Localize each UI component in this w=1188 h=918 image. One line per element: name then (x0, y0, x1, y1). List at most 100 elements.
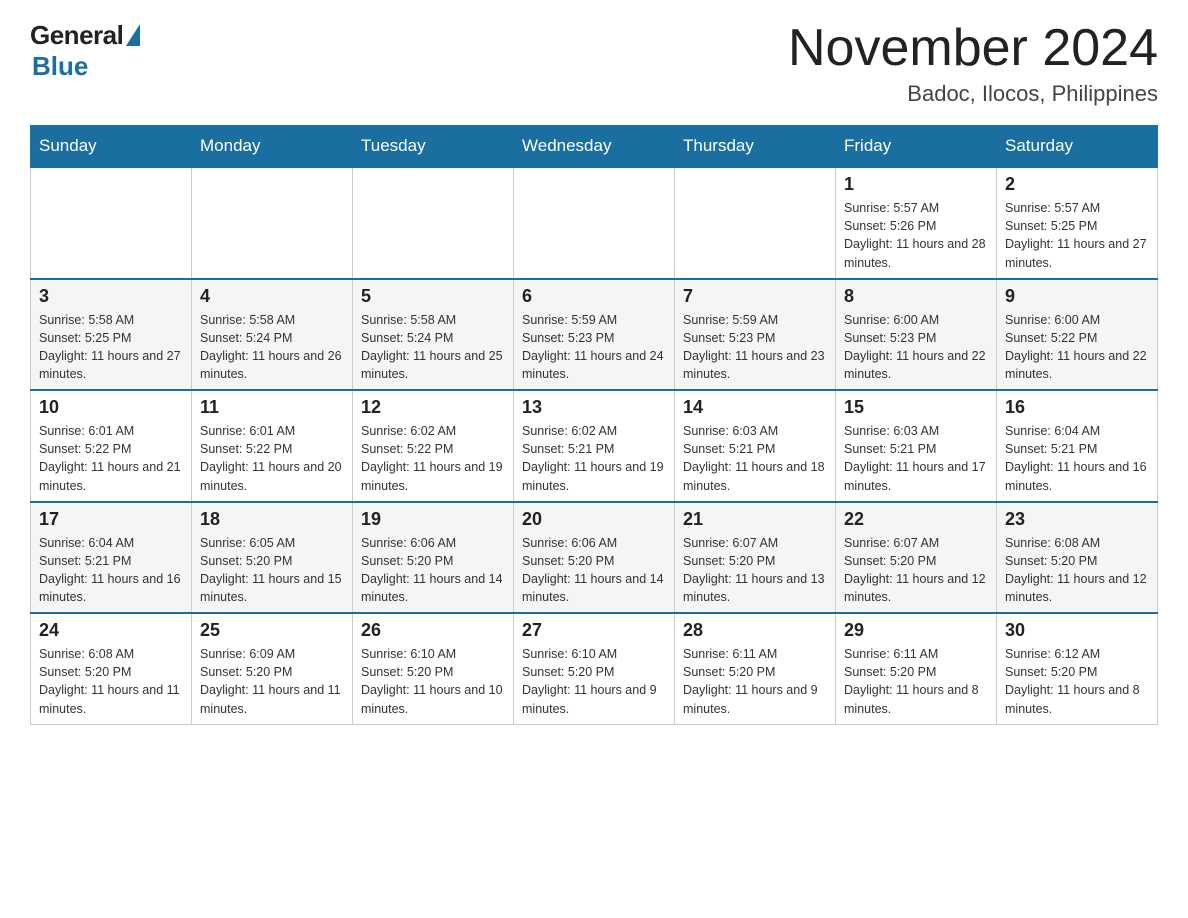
day-info: Sunrise: 5:59 AM Sunset: 5:23 PM Dayligh… (522, 311, 666, 384)
day-info: Sunrise: 6:05 AM Sunset: 5:20 PM Dayligh… (200, 534, 344, 607)
calendar-cell: 10Sunrise: 6:01 AM Sunset: 5:22 PM Dayli… (31, 390, 192, 502)
day-info: Sunrise: 6:09 AM Sunset: 5:20 PM Dayligh… (200, 645, 344, 718)
calendar-cell: 14 Sunrise: 6:03 AM Sunset: 5:21 PM Dayli… (675, 390, 836, 502)
day-info: Sunrise: 6:07 AM Sunset: 5:20 PM Dayligh… (683, 534, 827, 607)
day-info: Sunrise: 6:00 AM Sunset: 5:22 PM Dayligh… (1005, 311, 1149, 384)
logo-blue-text: Blue (32, 51, 88, 82)
day-info: Sunrise: 6:04 AM Sunset: 5:21 PM Dayligh… (1005, 422, 1149, 495)
day-info: Sunrise: 6:11 AM Sunset: 5:20 PM Dayligh… (844, 645, 988, 718)
day-info: Sunrise: 6:03 AM Sunset: 5:21 PM Dayligh… (844, 422, 988, 495)
day-info: Sunrise: 6:12 AM Sunset: 5:20 PM Dayligh… (1005, 645, 1149, 718)
calendar-cell: 8 Sunrise: 6:00 AM Sunset: 5:23 PM Daylig… (836, 279, 997, 391)
logo-triangle-icon (126, 24, 140, 46)
calendar-cell: 12Sunrise: 6:02 AM Sunset: 5:22 PM Dayli… (353, 390, 514, 502)
day-info: Sunrise: 6:03 AM Sunset: 5:21 PM Dayligh… (683, 422, 827, 495)
day-header-sunday: Sunday (31, 126, 192, 168)
calendar-cell: 20 Sunrise: 6:06 AM Sunset: 5:20 PM Dayli… (514, 502, 675, 614)
day-number: 27 (522, 620, 666, 641)
day-number: 1 (844, 174, 988, 195)
calendar-cell: 3 Sunrise: 5:58 AM Sunset: 5:25 PM Daylig… (31, 279, 192, 391)
day-info: Sunrise: 6:10 AM Sunset: 5:20 PM Dayligh… (361, 645, 505, 718)
calendar-week-row: 24Sunrise: 6:08 AM Sunset: 5:20 PM Dayli… (31, 613, 1158, 724)
day-number: 20 (522, 509, 666, 530)
day-number: 9 (1005, 286, 1149, 307)
day-info: Sunrise: 5:57 AM Sunset: 5:26 PM Dayligh… (844, 199, 988, 272)
day-number: 19 (361, 509, 505, 530)
day-info: Sunrise: 5:57 AM Sunset: 5:25 PM Dayligh… (1005, 199, 1149, 272)
day-number: 30 (1005, 620, 1149, 641)
calendar-cell: 16 Sunrise: 6:04 AM Sunset: 5:21 PM Dayli… (997, 390, 1158, 502)
month-title: November 2024 (788, 20, 1158, 77)
calendar-week-row: 3 Sunrise: 5:58 AM Sunset: 5:25 PM Daylig… (31, 279, 1158, 391)
calendar-cell (675, 167, 836, 279)
day-number: 22 (844, 509, 988, 530)
calendar-cell: 7 Sunrise: 5:59 AM Sunset: 5:23 PM Daylig… (675, 279, 836, 391)
day-number: 11 (200, 397, 344, 418)
calendar-cell (31, 167, 192, 279)
day-number: 26 (361, 620, 505, 641)
day-number: 17 (39, 509, 183, 530)
day-number: 8 (844, 286, 988, 307)
calendar-cell: 29Sunrise: 6:11 AM Sunset: 5:20 PM Dayli… (836, 613, 997, 724)
day-info: Sunrise: 6:10 AM Sunset: 5:20 PM Dayligh… (522, 645, 666, 718)
day-info: Sunrise: 6:00 AM Sunset: 5:23 PM Dayligh… (844, 311, 988, 384)
calendar-cell: 27 Sunrise: 6:10 AM Sunset: 5:20 PM Dayli… (514, 613, 675, 724)
location-subtitle: Badoc, Ilocos, Philippines (788, 81, 1158, 107)
day-number: 25 (200, 620, 344, 641)
calendar-cell: 21 Sunrise: 6:07 AM Sunset: 5:20 PM Dayli… (675, 502, 836, 614)
day-header-wednesday: Wednesday (514, 126, 675, 168)
calendar-cell (353, 167, 514, 279)
logo: General Blue (30, 20, 140, 82)
day-header-friday: Friday (836, 126, 997, 168)
calendar-cell: 24Sunrise: 6:08 AM Sunset: 5:20 PM Dayli… (31, 613, 192, 724)
day-info: Sunrise: 5:58 AM Sunset: 5:24 PM Dayligh… (200, 311, 344, 384)
day-info: Sunrise: 6:08 AM Sunset: 5:20 PM Dayligh… (1005, 534, 1149, 607)
calendar-cell (514, 167, 675, 279)
day-number: 24 (39, 620, 183, 641)
calendar-cell: 19Sunrise: 6:06 AM Sunset: 5:20 PM Dayli… (353, 502, 514, 614)
day-number: 3 (39, 286, 183, 307)
calendar-cell: 18Sunrise: 6:05 AM Sunset: 5:20 PM Dayli… (192, 502, 353, 614)
day-number: 15 (844, 397, 988, 418)
day-number: 23 (1005, 509, 1149, 530)
calendar-cell: 22Sunrise: 6:07 AM Sunset: 5:20 PM Dayli… (836, 502, 997, 614)
calendar-cell: 4 Sunrise: 5:58 AM Sunset: 5:24 PM Daylig… (192, 279, 353, 391)
calendar-cell: 17 Sunrise: 6:04 AM Sunset: 5:21 PM Dayli… (31, 502, 192, 614)
day-number: 28 (683, 620, 827, 641)
day-header-thursday: Thursday (675, 126, 836, 168)
title-section: November 2024 Badoc, Ilocos, Philippines (788, 20, 1158, 107)
day-info: Sunrise: 6:01 AM Sunset: 5:22 PM Dayligh… (200, 422, 344, 495)
day-info: Sunrise: 6:02 AM Sunset: 5:21 PM Dayligh… (522, 422, 666, 495)
calendar-cell: 15 Sunrise: 6:03 AM Sunset: 5:21 PM Dayli… (836, 390, 997, 502)
calendar-week-row: 10Sunrise: 6:01 AM Sunset: 5:22 PM Dayli… (31, 390, 1158, 502)
day-header-tuesday: Tuesday (353, 126, 514, 168)
calendar-cell: 28 Sunrise: 6:11 AM Sunset: 5:20 PM Dayli… (675, 613, 836, 724)
day-info: Sunrise: 6:06 AM Sunset: 5:20 PM Dayligh… (522, 534, 666, 607)
day-number: 14 (683, 397, 827, 418)
day-info: Sunrise: 5:58 AM Sunset: 5:25 PM Dayligh… (39, 311, 183, 384)
day-header-saturday: Saturday (997, 126, 1158, 168)
day-number: 5 (361, 286, 505, 307)
day-number: 6 (522, 286, 666, 307)
calendar-cell: 5 Sunrise: 5:58 AM Sunset: 5:24 PM Daylig… (353, 279, 514, 391)
calendar-table: SundayMondayTuesdayWednesdayThursdayFrid… (30, 125, 1158, 725)
calendar-cell (192, 167, 353, 279)
day-number: 2 (1005, 174, 1149, 195)
day-info: Sunrise: 5:58 AM Sunset: 5:24 PM Dayligh… (361, 311, 505, 384)
calendar-cell: 11 Sunrise: 6:01 AM Sunset: 5:22 PM Dayli… (192, 390, 353, 502)
calendar-cell: 6 Sunrise: 5:59 AM Sunset: 5:23 PM Daylig… (514, 279, 675, 391)
day-info: Sunrise: 5:59 AM Sunset: 5:23 PM Dayligh… (683, 311, 827, 384)
calendar-cell: 1 Sunrise: 5:57 AM Sunset: 5:26 PM Daylig… (836, 167, 997, 279)
day-number: 16 (1005, 397, 1149, 418)
day-info: Sunrise: 6:04 AM Sunset: 5:21 PM Dayligh… (39, 534, 183, 607)
calendar-cell: 13 Sunrise: 6:02 AM Sunset: 5:21 PM Dayli… (514, 390, 675, 502)
day-number: 7 (683, 286, 827, 307)
calendar-cell: 2 Sunrise: 5:57 AM Sunset: 5:25 PM Daylig… (997, 167, 1158, 279)
calendar-week-row: 1 Sunrise: 5:57 AM Sunset: 5:26 PM Daylig… (31, 167, 1158, 279)
day-number: 13 (522, 397, 666, 418)
day-number: 4 (200, 286, 344, 307)
day-info: Sunrise: 6:11 AM Sunset: 5:20 PM Dayligh… (683, 645, 827, 718)
day-number: 21 (683, 509, 827, 530)
day-number: 12 (361, 397, 505, 418)
calendar-cell: 26 Sunrise: 6:10 AM Sunset: 5:20 PM Dayli… (353, 613, 514, 724)
